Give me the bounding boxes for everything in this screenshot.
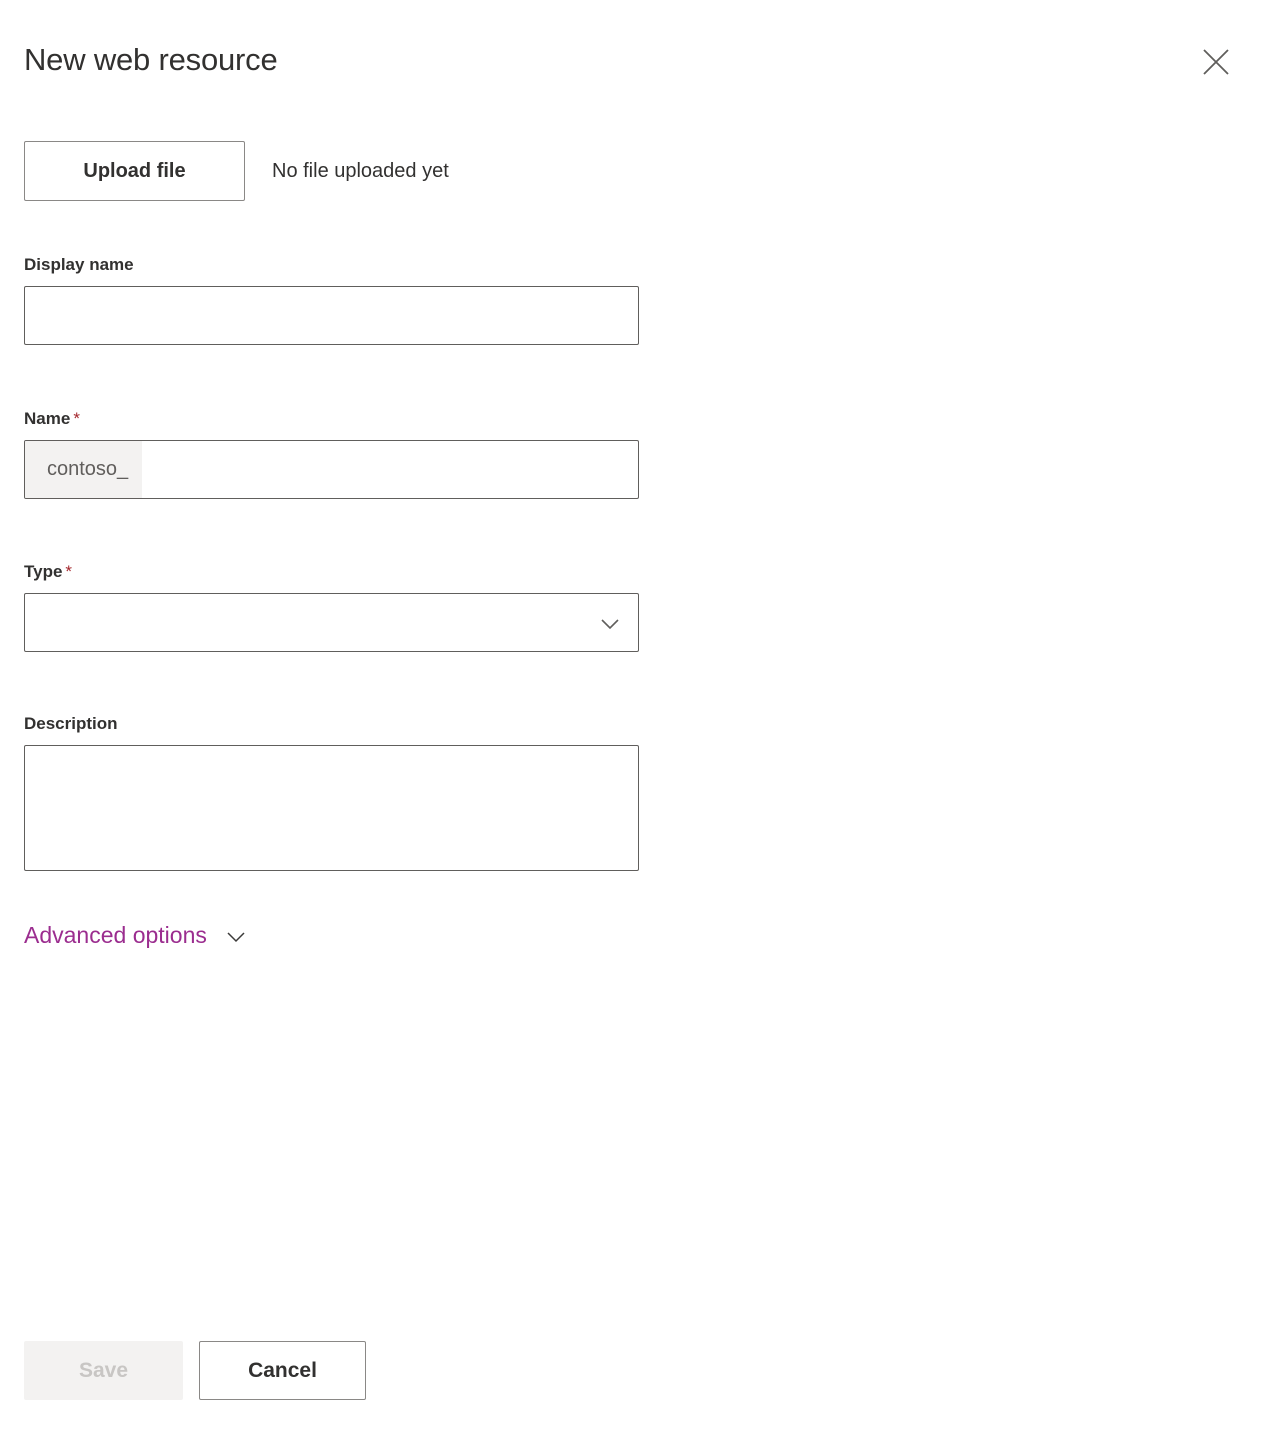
display-name-label: Display name	[24, 253, 639, 277]
name-required-asterisk: *	[73, 409, 80, 428]
close-button[interactable]	[1192, 38, 1240, 86]
name-label: Name *	[24, 407, 639, 431]
description-textarea[interactable]	[24, 745, 639, 871]
footer-actions: Save Cancel	[24, 1341, 366, 1400]
upload-file-button[interactable]: Upload file	[24, 141, 245, 201]
field-description: Description	[24, 712, 639, 876]
advanced-options-toggle[interactable]: Advanced options	[24, 922, 249, 949]
field-display-name: Display name	[24, 253, 639, 345]
cancel-button[interactable]: Cancel	[199, 1341, 366, 1400]
display-name-label-text: Display name	[24, 255, 134, 274]
display-name-input[interactable]	[24, 286, 639, 345]
page-title: New web resource	[24, 42, 278, 77]
field-type: Type *	[24, 560, 639, 652]
new-web-resource-panel: New web resource Upload file No file upl…	[0, 0, 1270, 1430]
description-label-text: Description	[24, 714, 118, 733]
type-dropdown[interactable]	[24, 593, 639, 652]
close-icon	[1201, 47, 1231, 77]
panel-header: New web resource	[0, 0, 1270, 120]
save-button[interactable]: Save	[24, 1341, 183, 1400]
upload-row: Upload file No file uploaded yet	[24, 141, 449, 201]
name-input-group: contoso_	[24, 440, 639, 499]
type-required-asterisk: *	[65, 562, 73, 581]
name-label-text: Name	[24, 409, 71, 428]
chevron-down-icon	[223, 923, 249, 949]
chevron-down-icon	[596, 609, 624, 637]
field-name: Name * contoso_	[24, 407, 639, 499]
type-label: Type *	[24, 560, 639, 584]
type-label-text: Type	[24, 562, 63, 581]
advanced-options-label: Advanced options	[24, 922, 207, 948]
upload-status-text: No file uploaded yet	[272, 159, 449, 182]
name-input[interactable]	[142, 441, 638, 498]
description-label: Description	[24, 712, 639, 736]
name-prefix-label: contoso_	[25, 441, 143, 498]
